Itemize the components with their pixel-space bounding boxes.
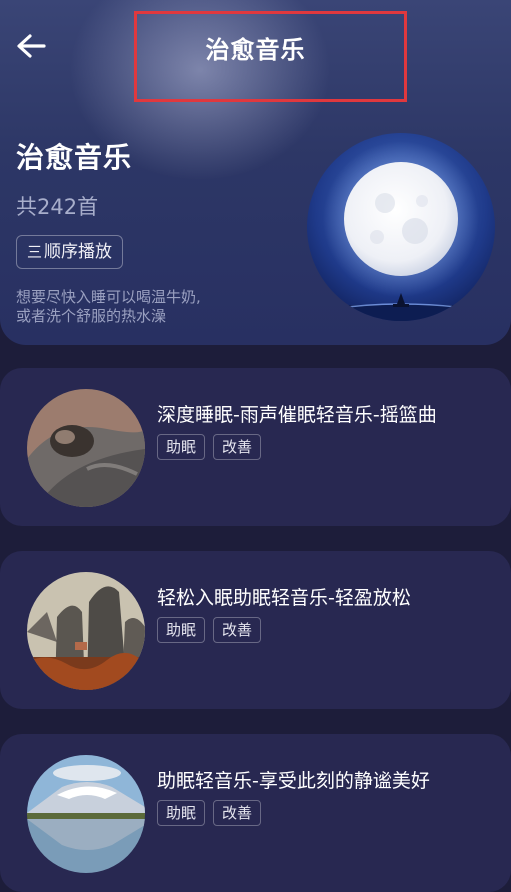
- playlist-count: 共242首: [16, 195, 99, 219]
- song-card[interactable]: 轻松入眠助眠轻音乐-轻盈放松 助眠 改善: [0, 551, 511, 709]
- song-title: 深度睡眠-雨声催眠轻音乐-摇篮曲: [157, 404, 437, 426]
- song-tags: 助眠 改善: [157, 434, 262, 460]
- song-tag[interactable]: 助眠: [157, 434, 206, 460]
- song-tag[interactable]: 助眠: [157, 800, 206, 826]
- song-title: 助眠轻音乐-享受此刻的静谧美好: [157, 770, 430, 792]
- song-tag[interactable]: 改善: [213, 434, 262, 460]
- moon-cover-image: [307, 133, 495, 321]
- song-tag[interactable]: 改善: [213, 617, 262, 643]
- person-with-blanket-image: [27, 389, 145, 507]
- song-tag[interactable]: 助眠: [157, 617, 206, 643]
- playlist-title: 治愈音乐: [16, 141, 133, 174]
- song-title: 轻松入眠助眠轻音乐-轻盈放松: [157, 587, 411, 609]
- list-order-icon: 三: [27, 243, 42, 261]
- song-card[interactable]: 深度睡眠-雨声催眠轻音乐-摇篮曲 助眠 改善: [0, 368, 511, 526]
- song-tag[interactable]: 改善: [213, 800, 262, 826]
- play-order-label: 顺序播放: [44, 242, 113, 262]
- playlist-cover: [307, 133, 495, 321]
- title-highlight-box: [134, 11, 407, 102]
- song-thumbnail: [27, 389, 145, 507]
- song-card[interactable]: 助眠轻音乐-享受此刻的静谧美好 助眠 改善: [0, 734, 511, 892]
- song-tags: 助眠 改善: [157, 617, 262, 643]
- rock-pillars-landscape-image: [27, 572, 145, 690]
- description-line: 想要尽快入睡可以喝温牛奶,: [16, 288, 201, 306]
- playlist-description: 想要尽快入睡可以喝温牛奶, 或者洗个舒服的热水澡: [16, 288, 276, 326]
- song-thumbnail: [27, 755, 145, 873]
- snow-mountain-lake-image: [27, 755, 145, 873]
- description-line: 或者洗个舒服的热水澡: [16, 307, 167, 325]
- song-tags: 助眠 改善: [157, 800, 262, 826]
- play-order-button[interactable]: 三 顺序播放: [16, 235, 124, 269]
- song-thumbnail: [27, 572, 145, 690]
